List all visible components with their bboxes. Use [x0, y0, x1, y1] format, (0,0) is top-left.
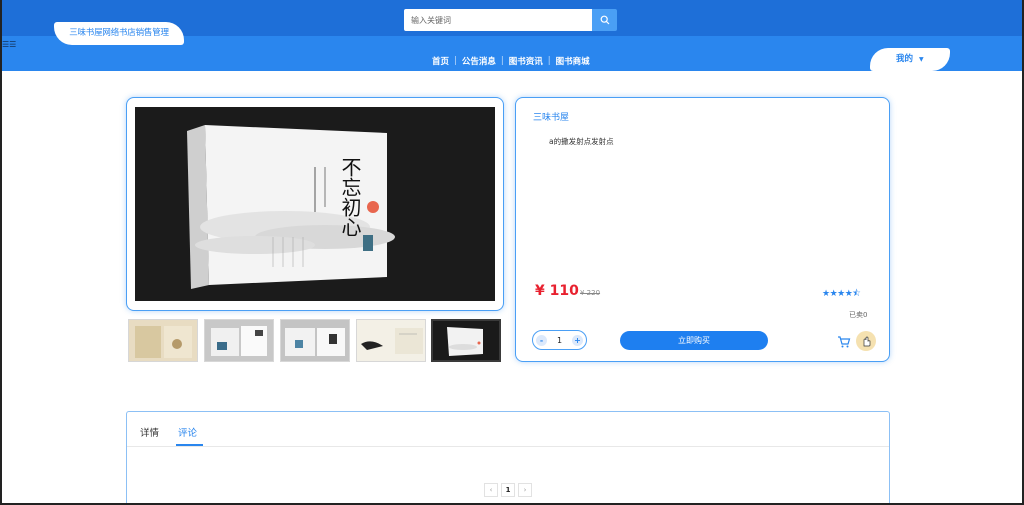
quantity-value[interactable]: 1 [557, 336, 562, 345]
cover-title: 不忘初心 [338, 157, 362, 237]
thumbnail-strip [128, 319, 504, 363]
search-input[interactable] [404, 9, 592, 31]
next-page-button[interactable]: › [518, 483, 532, 497]
cart-icon[interactable] [837, 334, 851, 348]
minus-button[interactable]: - [536, 334, 547, 346]
user-menu[interactable]: 我的 ▼ [870, 48, 950, 71]
thumbnail-image [281, 320, 349, 361]
prev-page-button[interactable]: ‹ [484, 483, 498, 497]
menu-icon[interactable]: ☰☰ [2, 40, 20, 50]
product-info-card: 三味书屋 a的撒发射点发射点 ¥ 110 ¥ 220 ★★★★⯪ 已卖0 - 1… [515, 97, 890, 362]
user-menu-label: 我的 [896, 54, 914, 64]
nav-notices[interactable]: 公告消息 [462, 55, 496, 67]
quantity-stepper: - 1 + [532, 330, 587, 350]
thumbnail-2[interactable] [204, 319, 274, 362]
plus-button[interactable]: + [572, 334, 583, 346]
thumbnail-3[interactable] [280, 319, 350, 362]
nav-book-news[interactable]: 图书资讯 [509, 55, 543, 67]
product-description: a的撒发射点发射点 [549, 137, 614, 146]
thumbnail-4[interactable] [356, 319, 426, 362]
rating-stars-icon: ★★★★⯪ [822, 289, 861, 299]
thumbnail-image [205, 320, 273, 361]
detail-tabs-card: 详情 评论 ‹ 1 › [126, 411, 890, 503]
tab-detail[interactable]: 详情 [140, 425, 159, 439]
page: ☰☰ 三味书屋网络书店销售管理 首页 | 公告消息 | 图书资讯 | 图书商城 … [0, 0, 1024, 505]
thumbnail-image [129, 320, 197, 361]
buy-now-button[interactable]: 立即购买 [620, 331, 768, 350]
main-nav: 首页 | 公告消息 | 图书资讯 | 图书商城 [432, 54, 590, 68]
tab-reviews[interactable]: 评论 [178, 425, 197, 439]
nav-book-mall[interactable]: 图书商城 [556, 55, 590, 67]
sold-count: 已卖0 [849, 311, 868, 319]
thumbnail-1[interactable] [128, 319, 198, 362]
nav-separator: | [547, 56, 551, 66]
thumbnail-5-selected[interactable] [431, 319, 501, 362]
book-cover-illustration: 不忘初心 [135, 107, 495, 301]
chevron-down-icon: ▼ [919, 56, 924, 63]
site-title[interactable]: 三味书屋网络书店销售管理 [54, 22, 184, 45]
search-button[interactable] [592, 9, 617, 31]
hand-pointer-icon [863, 336, 871, 347]
page-number[interactable]: 1 [501, 483, 515, 497]
nav-separator: | [500, 56, 504, 66]
nav-home[interactable]: 首页 [432, 55, 449, 67]
original-price: ¥ 220 [580, 289, 601, 297]
search-icon [600, 15, 609, 25]
main-image-card: 不忘初心 [126, 97, 504, 311]
thumbnail-image [433, 321, 499, 360]
shop-name[interactable]: 三味书屋 [533, 110, 569, 123]
book-cover-image: 不忘初心 [135, 107, 495, 301]
thumbnail-image [357, 320, 425, 361]
nav-separator: | [454, 56, 457, 66]
tab-divider [127, 446, 889, 447]
favorite-icon[interactable] [856, 331, 876, 351]
pagination: ‹ 1 › [484, 483, 532, 497]
price: ¥ 110 [535, 283, 579, 299]
